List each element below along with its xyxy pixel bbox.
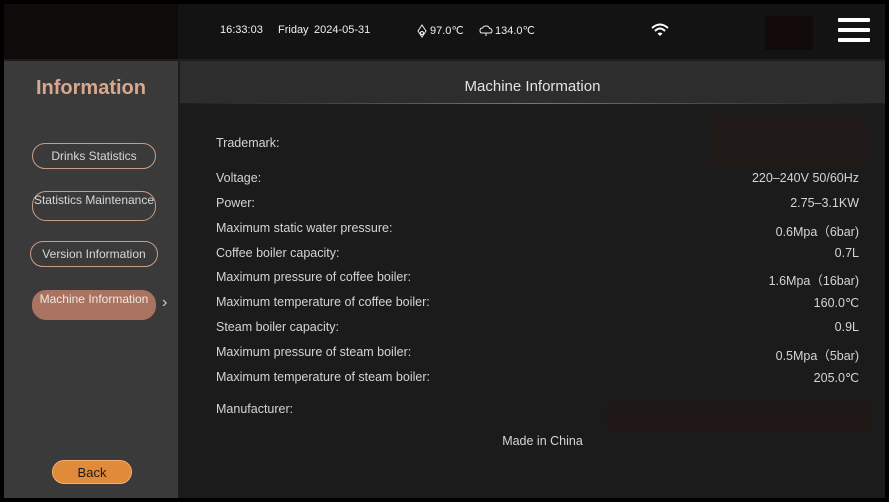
info-value-coffee-capacity: 0.7L xyxy=(834,246,859,260)
made-in-note: Made in China xyxy=(502,434,583,448)
sidebar-item-version-information[interactable]: Version Information xyxy=(30,241,158,267)
wifi-icon xyxy=(651,23,669,36)
sidebar-item-machine-information[interactable]: Machine Information xyxy=(32,290,156,320)
info-label-coffee-capacity: Coffee boiler capacity: xyxy=(216,246,340,260)
steam-boiler-temp: 134.0℃ xyxy=(479,24,535,37)
info-label-coffee-temperature: Maximum temperature of coffee boiler: xyxy=(216,295,430,309)
chevron-right-icon: › xyxy=(162,294,168,311)
date: 2024-05-31 xyxy=(314,24,371,36)
steam-boiler-icon xyxy=(479,25,493,37)
clock-time: 16:33:03 xyxy=(220,24,263,36)
coffee-boiler-icon xyxy=(417,24,427,38)
info-value-coffee-temperature: 160.0℃ xyxy=(813,296,859,310)
info-label-steam-capacity: Steam boiler capacity: xyxy=(216,320,339,334)
sidebar-item-label: Machine Information xyxy=(39,292,149,306)
info-value-coffee-pressure: 1.6Mpa（16bar) xyxy=(768,274,859,288)
sidebar: Information Drinks Statistics Statistics… xyxy=(4,61,178,498)
info-label-static-pressure: Maximum static water pressure: xyxy=(216,221,393,235)
sidebar-item-label: Drinks Statistics xyxy=(51,149,137,163)
back-button[interactable]: Back xyxy=(52,460,132,484)
info-value-steam-capacity: 0.9L xyxy=(834,320,859,334)
sidebar-item-drinks-statistics[interactable]: Drinks Statistics xyxy=(32,143,156,169)
status-bar: 16:33:03 Friday 2024-05-31 97.0℃ 134.0℃ xyxy=(4,4,885,59)
sidebar-title: Information xyxy=(36,77,146,99)
info-label-coffee-pressure: Maximum pressure of coffee boiler: xyxy=(216,270,411,284)
info-value-voltage: 220–240V 50/60Hz xyxy=(751,171,859,185)
status-placeholder xyxy=(765,16,813,50)
info-label-manufacturer: Manufacturer: xyxy=(216,402,294,416)
info-value-power: 2.75–3.1KW xyxy=(790,196,859,210)
page-title: Machine Information xyxy=(464,78,601,95)
info-label-trademark: Trademark: xyxy=(216,136,280,150)
logo-area xyxy=(4,4,178,59)
weekday: Friday xyxy=(278,24,309,36)
info-label-power: Power: xyxy=(216,196,255,210)
info-label-voltage: Voltage: xyxy=(216,171,262,185)
steam-temp-value: 134.0℃ xyxy=(495,25,535,37)
sidebar-item-statistics-maintenance[interactable]: Statistics Maintenance xyxy=(32,191,156,221)
hamburger-menu-icon[interactable] xyxy=(838,18,870,44)
manufacturer-area xyxy=(605,401,871,431)
app-frame: 16:33:03 Friday 2024-05-31 97.0℃ 134.0℃ … xyxy=(4,4,885,498)
info-label-steam-temperature: Maximum temperature of steam boiler: xyxy=(216,370,430,384)
sidebar-item-label: Version Information xyxy=(42,247,146,261)
coffee-boiler-temp: 97.0℃ xyxy=(416,24,464,38)
main-header: Machine Information xyxy=(180,61,885,103)
coffee-temp-value: 97.0℃ xyxy=(430,25,464,37)
info-value-steam-pressure: 0.5Mpa（5bar) xyxy=(775,349,859,363)
sidebar-item-label: Statistics Maintenance xyxy=(33,193,155,207)
info-value-static-pressure: 0.6Mpa（6bar) xyxy=(775,225,859,239)
machine-info-panel: Trademark: Voltage: 220–240V 50/60Hz Pow… xyxy=(180,104,885,498)
info-value-steam-temperature: 205.0℃ xyxy=(813,371,859,385)
trademark-logo-area xyxy=(710,115,867,167)
info-label-steam-pressure: Maximum pressure of steam boiler: xyxy=(216,345,412,359)
